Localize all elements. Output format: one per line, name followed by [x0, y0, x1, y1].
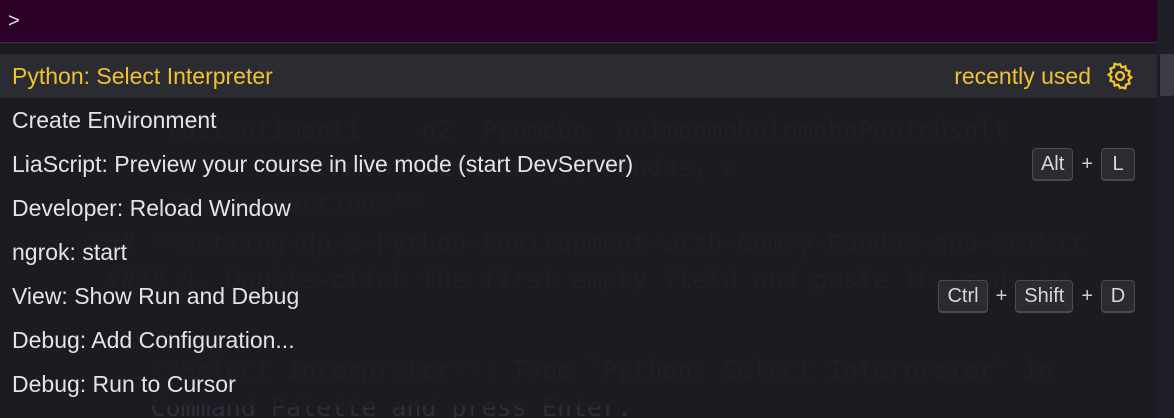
keybinding-separator: + [995, 284, 1008, 307]
keybinding-key: Alt [1031, 147, 1074, 181]
command-item-label: Developer: Reload Window [12, 194, 291, 221]
command-item[interactable]: LiaScript: Preview your course in live m… [0, 142, 1157, 186]
command-item[interactable]: View: Show Run and Debug Ctrl + Shift + D [0, 274, 1157, 318]
keybinding-separator: + [1081, 284, 1093, 307]
command-item-label: Python: Select Interpreter [12, 62, 273, 89]
command-item-label: Debug: Add Configuration... [12, 326, 295, 353]
command-item[interactable]: Debug: Add Configuration... [0, 318, 1157, 362]
command-item-label: Debug: Run to Cursor [12, 370, 236, 397]
command-list-scrollbar[interactable] [1160, 54, 1174, 96]
keybinding-separator: + [1081, 152, 1093, 175]
command-item[interactable]: Developer: Reload Window [0, 186, 1157, 230]
recently-used-label: recently used [954, 62, 1091, 89]
keybinding-key: L [1101, 147, 1135, 181]
command-item-label: LiaScript: Preview your course in live m… [12, 150, 634, 177]
keybinding-key: D [1101, 279, 1135, 313]
command-item-label: Create Environment [12, 106, 217, 133]
command-item-label: ngrok: start [12, 238, 128, 265]
keybinding-key: Shift [1015, 279, 1074, 313]
command-item[interactable]: Python: Select Interpreter recently used [0, 54, 1157, 98]
command-palette-window: # 014bpuiderd lazisutiwenti n2 Pyumebn n… [0, 0, 1174, 418]
command-item[interactable]: Debug: Run to Cursor [0, 362, 1157, 406]
command-input[interactable]: > [0, 0, 1157, 43]
command-list: Python: Select Interpreter recently used C… [0, 54, 1157, 406]
command-item[interactable]: ngrok: start [0, 230, 1157, 274]
gear-icon[interactable] [1105, 61, 1135, 91]
command-item-meta: Alt + L [1031, 147, 1135, 181]
command-item-meta: recently used [954, 61, 1135, 91]
command-item-meta: Ctrl + Shift + D [938, 279, 1135, 313]
keybinding-key: Ctrl [938, 279, 988, 313]
command-input-prompt: > [8, 9, 20, 32]
command-item-label: View: Show Run and Debug [12, 282, 300, 309]
command-item[interactable]: Create Environment [0, 98, 1157, 142]
